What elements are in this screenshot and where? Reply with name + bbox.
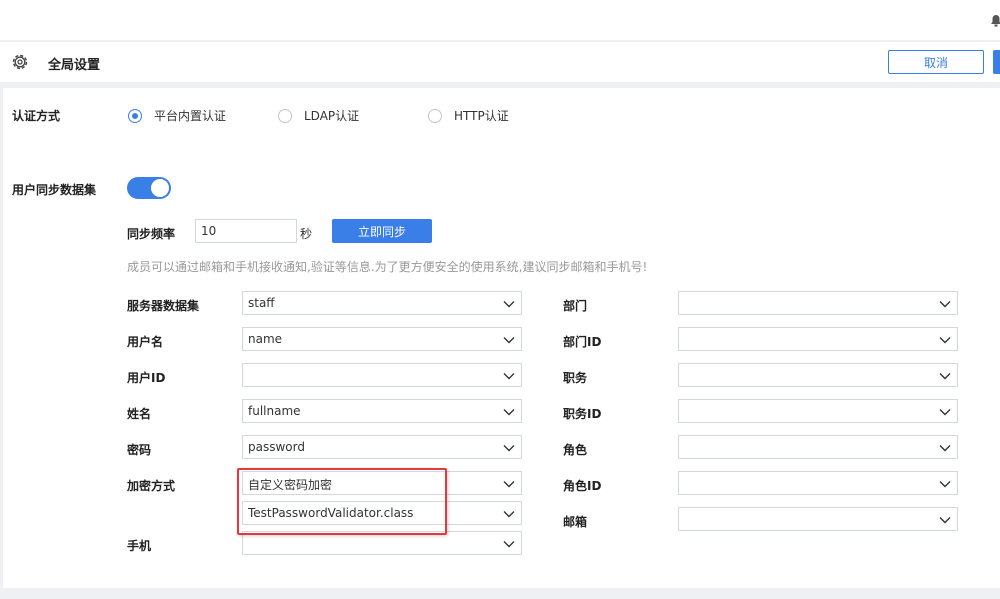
radio-indicator	[128, 108, 142, 123]
radio-http-auth[interactable]: HTTP认证	[428, 107, 509, 124]
field-label-server-dataset: 服务器数据集	[127, 299, 200, 313]
select-email[interactable]	[678, 507, 958, 531]
chevron-down-icon	[503, 301, 515, 308]
chevron-down-icon	[503, 511, 515, 518]
chevron-down-icon	[503, 481, 515, 488]
cancel-button[interactable]: 取消	[888, 50, 984, 74]
select-user-id[interactable]	[242, 363, 522, 387]
select-username[interactable]: name	[242, 327, 522, 351]
sync-hint: 成员可以通过邮箱和手机接收通知,验证等信息.为了更方便安全的使用系统,建议同步邮…	[127, 260, 648, 274]
select-password-validator[interactable]: TestPasswordValidator.class	[242, 501, 522, 525]
select-phone[interactable]	[242, 531, 522, 555]
chevron-down-icon	[939, 409, 951, 416]
field-label-user-id: 用户ID	[127, 371, 166, 385]
chevron-down-icon	[503, 445, 515, 452]
field-label-fullname: 姓名	[127, 407, 152, 421]
user-sync-label: 用户同步数据集	[12, 183, 97, 197]
field-label-role: 角色	[563, 443, 588, 457]
page-title: 全局设置	[48, 58, 101, 73]
select-role[interactable]	[678, 435, 958, 459]
sync-now-button[interactable]: 立即同步	[332, 219, 432, 243]
select-position[interactable]	[678, 363, 958, 387]
chevron-down-icon	[939, 517, 951, 524]
chevron-down-icon	[939, 481, 951, 488]
field-label-position-id: 职务ID	[563, 407, 602, 421]
chevron-down-icon	[503, 337, 515, 344]
field-label-department: 部门	[563, 299, 588, 313]
radio-builtin-auth[interactable]: 平台内置认证	[128, 107, 226, 124]
sync-frequency-label: 同步频率	[127, 227, 176, 241]
select-fullname[interactable]: fullname	[242, 399, 522, 423]
chevron-down-icon	[939, 445, 951, 452]
field-label-encryption: 加密方式	[127, 479, 176, 493]
field-label-department-id: 部门ID	[563, 335, 602, 349]
select-server-dataset[interactable]: staff	[242, 291, 522, 315]
field-label-position: 职务	[563, 371, 588, 385]
field-label-email: 邮箱	[563, 515, 588, 529]
radio-indicator	[428, 108, 442, 123]
field-label-role-id: 角色ID	[563, 479, 602, 493]
settings-header: 全局设置 取消	[0, 42, 1000, 82]
auth-method-label: 认证方式	[12, 109, 61, 123]
select-role-id[interactable]	[678, 471, 958, 495]
save-button[interactable]	[993, 50, 1000, 74]
chevron-down-icon	[503, 373, 515, 380]
select-department-id[interactable]	[678, 327, 958, 351]
bell-icon[interactable]	[990, 14, 1000, 27]
chevron-down-icon	[939, 337, 951, 344]
field-label-username: 用户名	[127, 335, 164, 349]
chevron-down-icon	[503, 541, 515, 548]
chevron-down-icon	[939, 301, 951, 308]
chevron-down-icon	[939, 373, 951, 380]
sync-frequency-input[interactable]	[195, 219, 297, 243]
sync-frequency-unit: 秒	[300, 227, 313, 241]
field-label-password: 密码	[127, 443, 152, 457]
gear-icon	[12, 54, 28, 70]
select-encryption[interactable]: 自定义密码加密	[242, 471, 522, 495]
select-department[interactable]	[678, 291, 958, 315]
select-password[interactable]: password	[242, 435, 522, 459]
radio-ldap-auth[interactable]: LDAP认证	[278, 107, 359, 124]
field-label-phone: 手机	[127, 539, 152, 553]
toggle-knob	[151, 179, 169, 197]
user-sync-toggle[interactable]	[127, 177, 171, 199]
select-position-id[interactable]	[678, 399, 958, 423]
top-bar	[0, 0, 1000, 40]
chevron-down-icon	[503, 409, 515, 416]
radio-indicator	[278, 108, 292, 123]
